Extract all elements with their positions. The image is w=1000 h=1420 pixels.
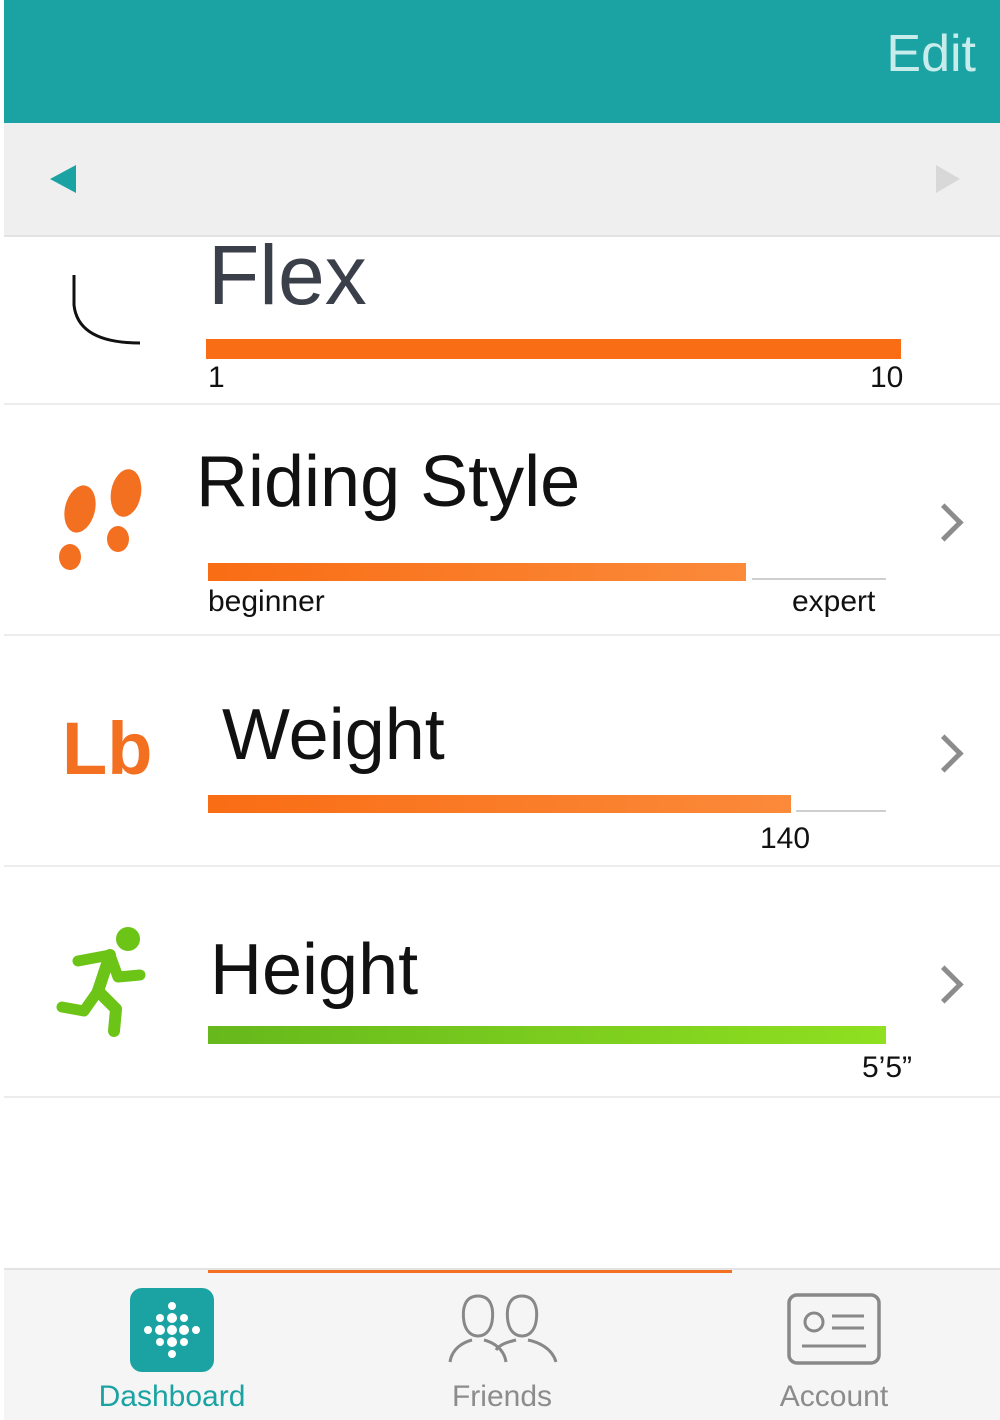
riding-style-bar (208, 563, 746, 581)
height-title: Height (210, 930, 419, 1010)
flex-bar (206, 339, 901, 359)
chevron-right-icon[interactable] (925, 734, 964, 773)
riding-style-track (752, 578, 886, 580)
footprints-icon (59, 469, 142, 570)
edit-button[interactable]: Edit (886, 24, 976, 84)
weight-title: Weight (222, 695, 445, 775)
next-arrow-icon[interactable] (936, 165, 960, 193)
chevron-right-icon[interactable] (925, 965, 964, 1004)
flex-max-label: 10 (870, 361, 904, 394)
height-bar (208, 1026, 886, 1044)
runner-icon (56, 927, 146, 1037)
dashboard-dots-icon (130, 1288, 214, 1372)
navigation-bar (4, 123, 1000, 237)
riding-style-row[interactable]: Riding Style beginner expert (4, 405, 1000, 636)
chevron-right-icon[interactable] (925, 503, 964, 542)
lb-icon: Lb (62, 707, 153, 790)
top-bar: Edit (4, 0, 1000, 123)
tab-dashboard-label: Dashboard (98, 1380, 246, 1413)
weight-row[interactable]: Lb Weight 140 (4, 636, 1000, 867)
weight-value-label: 140 (760, 822, 811, 855)
tab-account[interactable]: Account (684, 1270, 984, 1420)
riding-style-title: Riding Style (196, 442, 581, 522)
weight-bar (208, 795, 791, 813)
flex-title: Flex (208, 228, 367, 322)
height-value-label: 5’5” (862, 1051, 913, 1084)
tab-account-label: Account (779, 1380, 889, 1413)
riding-style-max-label: expert (792, 585, 876, 618)
height-row[interactable]: Height 5’5” (4, 867, 1000, 1098)
tab-friends[interactable]: Friends (352, 1270, 652, 1420)
riding-style-min-label: beginner (208, 585, 325, 618)
flex-row[interactable]: Flex 1 10 (4, 228, 1000, 405)
tab-dashboard[interactable]: Dashboard (22, 1270, 322, 1420)
account-card-icon (787, 1293, 881, 1365)
gauge-arc-icon (72, 275, 141, 345)
friends-icon (448, 1294, 558, 1363)
flex-min-label: 1 (208, 361, 225, 394)
previous-arrow-icon[interactable] (50, 165, 76, 193)
tab-bar: Dashboard Friends Account (4, 1268, 1000, 1420)
weight-track (796, 810, 886, 812)
tab-friends-label: Friends (451, 1380, 553, 1413)
